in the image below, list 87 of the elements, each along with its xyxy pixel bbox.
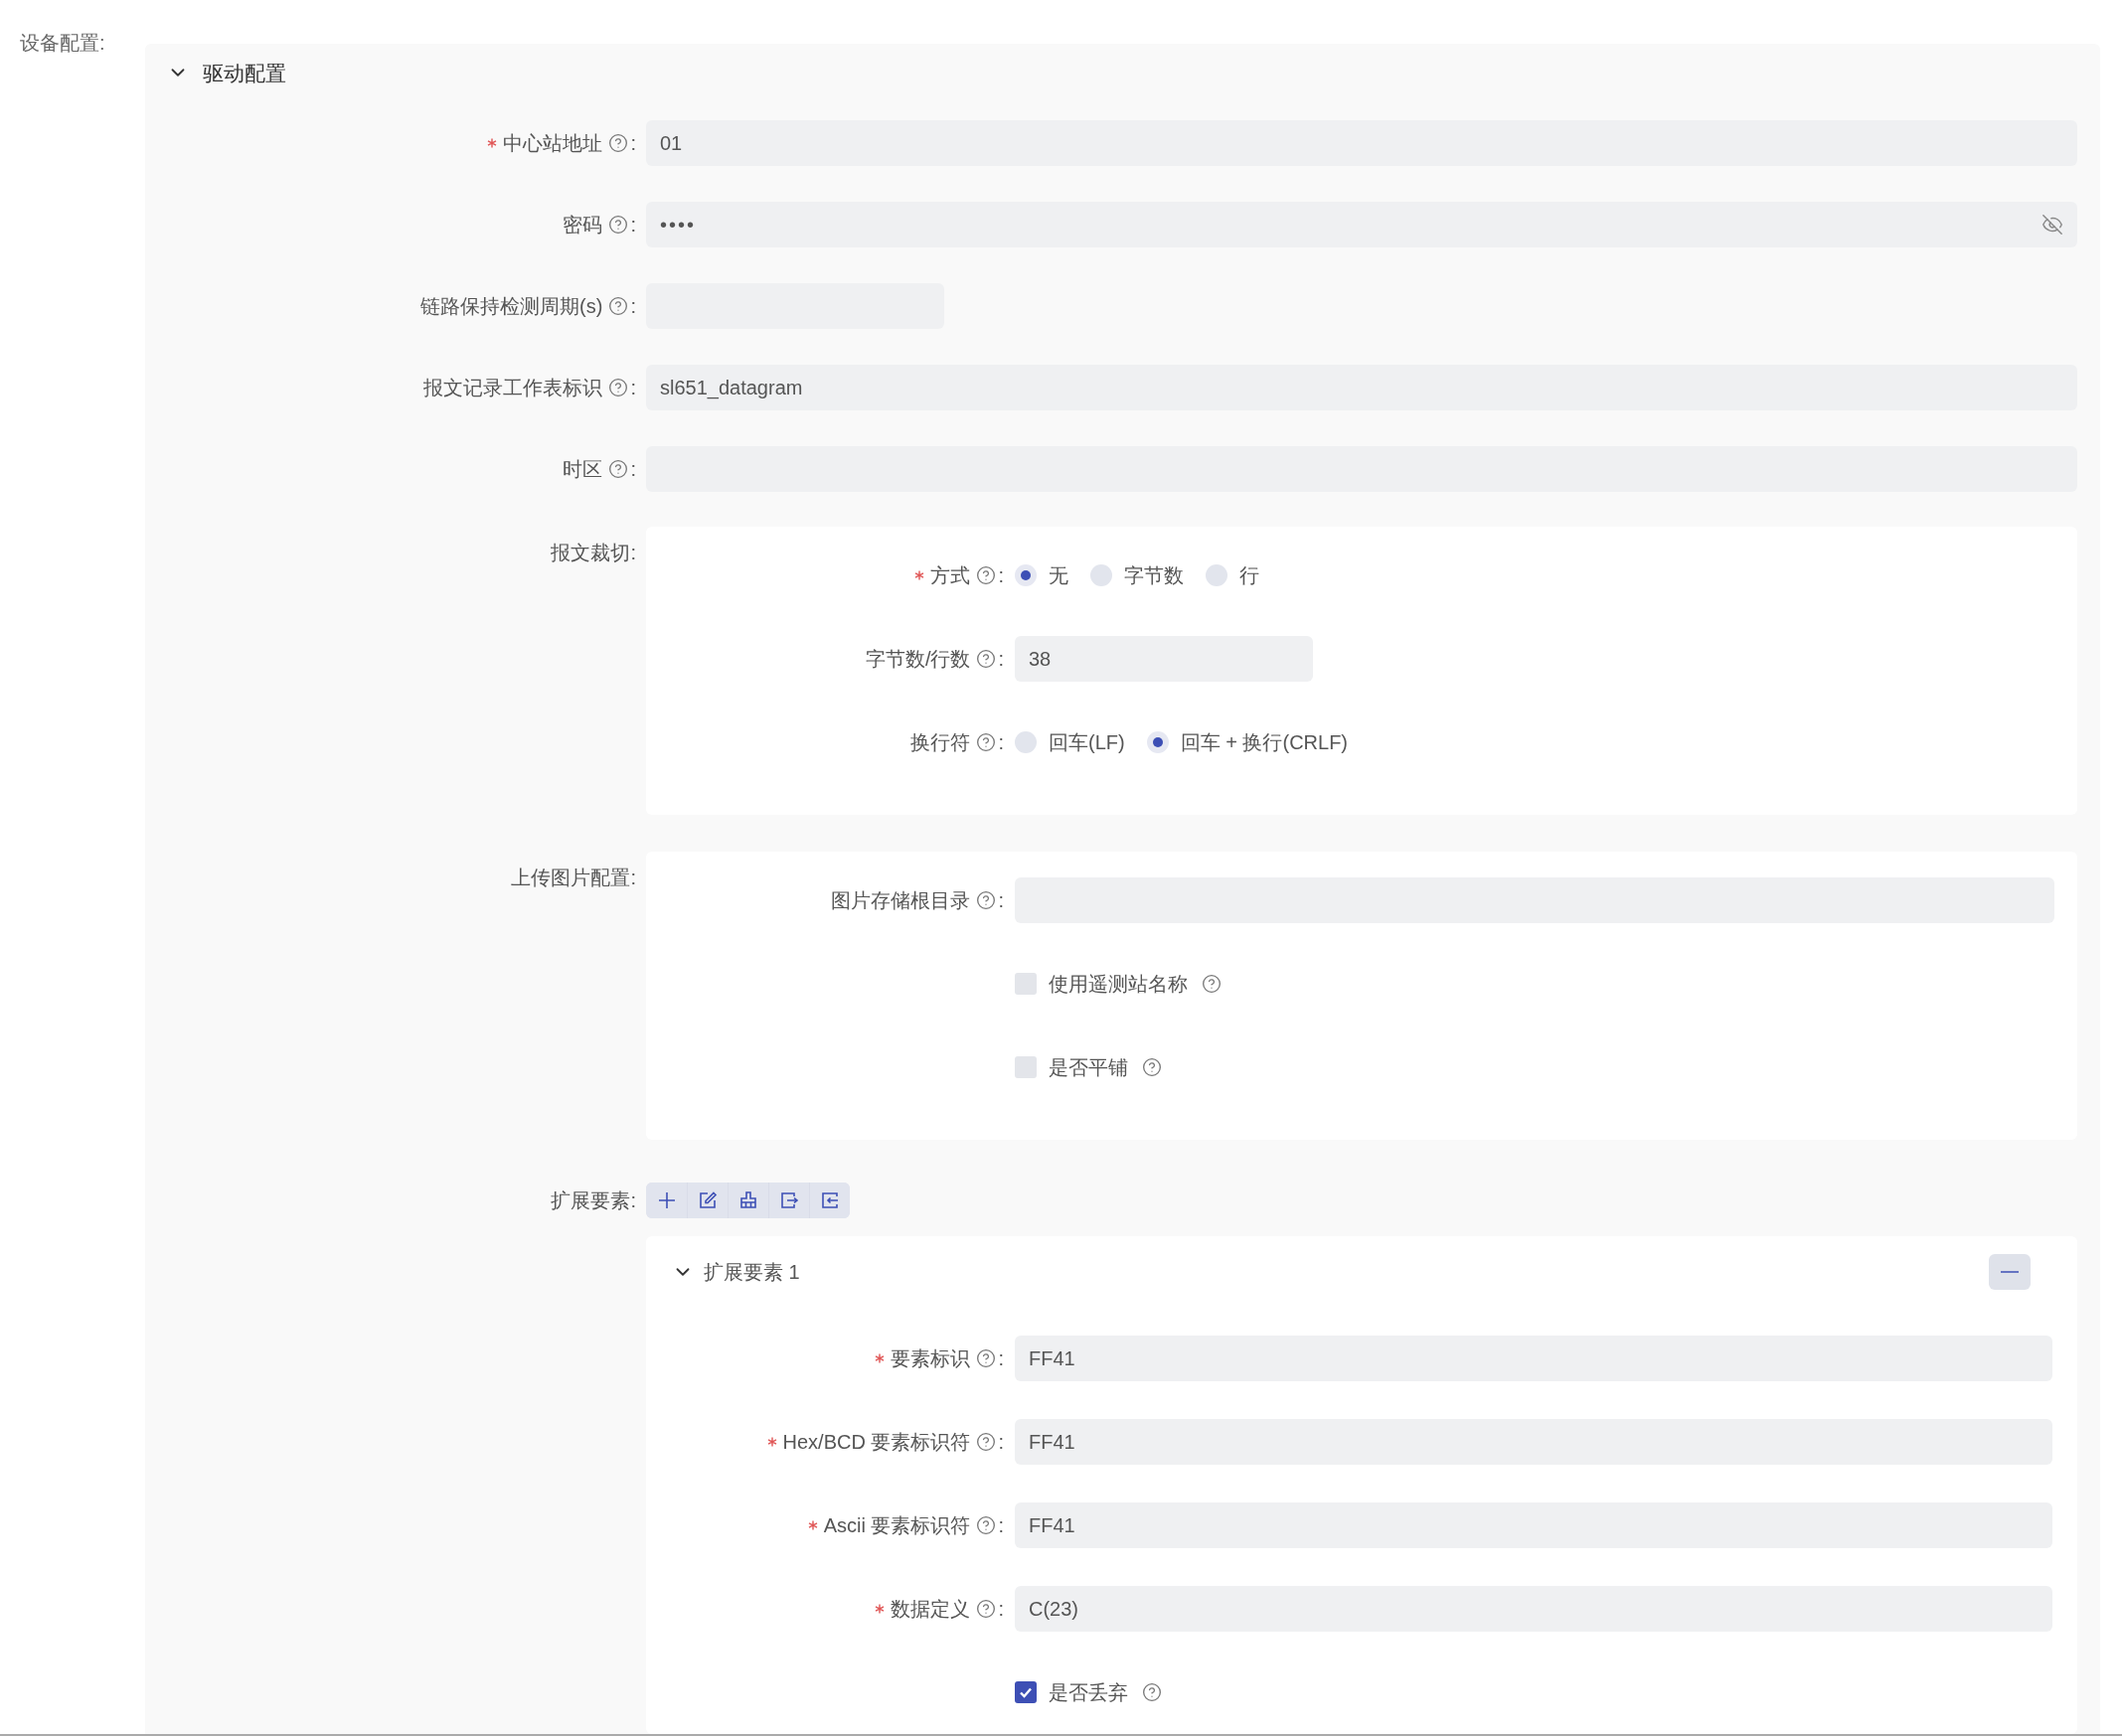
item-title: 扩展要素 1	[704, 1260, 800, 1285]
input-field[interactable]: 38	[1015, 636, 1313, 682]
minus-icon	[2001, 1271, 2019, 1273]
label-colon: :	[630, 293, 636, 319]
label-colon: :	[630, 212, 636, 237]
field-label: 中心站地址	[503, 130, 603, 156]
help-icon[interactable]	[608, 458, 629, 479]
field-label: 换行符	[910, 730, 971, 755]
help-icon[interactable]	[976, 1599, 997, 1619]
group-label: 上传图片配置:	[511, 866, 636, 890]
required-icon	[875, 1604, 886, 1614]
label-colon: :	[630, 456, 636, 482]
group-label: 扩展要素:	[551, 1188, 636, 1213]
field-label: 时区	[563, 456, 603, 482]
label-colon: :	[998, 1597, 1004, 1622]
field-label: 要素标识	[891, 1346, 971, 1371]
checkbox-label: 是否丢弃	[1049, 1680, 1128, 1705]
help-icon[interactable]	[976, 1348, 997, 1368]
toolbar-button[interactable]	[809, 1183, 850, 1218]
help-icon[interactable]	[976, 890, 997, 910]
required-icon	[875, 1353, 886, 1363]
label-colon: :	[998, 647, 1004, 672]
label-colon: :	[630, 375, 636, 400]
radio-label: 回车(LF)	[1049, 730, 1125, 755]
required-icon	[766, 1437, 777, 1447]
radio-button[interactable]	[1090, 564, 1112, 586]
radio-label: 字节数	[1124, 563, 1184, 588]
field-label: 图片存储根目录	[831, 888, 971, 913]
group-label: 报文裁切:	[551, 541, 636, 565]
export-icon	[779, 1190, 799, 1210]
help-icon[interactable]	[976, 1515, 997, 1535]
input-field[interactable]: FF41	[1015, 1419, 2052, 1465]
input-field[interactable]: C(23)	[1015, 1586, 2052, 1632]
help-icon[interactable]	[608, 377, 629, 397]
checkbox-label: 是否平铺	[1049, 1055, 1128, 1080]
field-label: 数据定义	[891, 1597, 971, 1622]
help-icon[interactable]	[976, 732, 997, 752]
help-icon[interactable]	[608, 132, 629, 153]
help-icon[interactable]	[608, 214, 629, 235]
checkbox[interactable]	[1015, 973, 1037, 995]
field-label: 字节数/行数	[865, 647, 971, 672]
radio-button[interactable]	[1206, 564, 1227, 586]
label-colon: :	[998, 1346, 1004, 1371]
label-colon: :	[630, 130, 636, 156]
brush-icon	[738, 1190, 758, 1210]
eye-off-icon[interactable]	[2041, 213, 2063, 236]
radio-button[interactable]	[1015, 731, 1037, 753]
input-field[interactable]: sl651_datagram	[646, 364, 2077, 410]
radio-label: 回车 + 换行(CRLF)	[1180, 730, 1348, 755]
form-label: 设备配置:	[20, 32, 105, 54]
radio-button[interactable]	[1015, 564, 1037, 586]
required-icon	[914, 570, 925, 580]
help-icon[interactable]	[976, 1432, 997, 1452]
label-colon: :	[998, 888, 1004, 913]
remove-button[interactable]	[1989, 1254, 2031, 1290]
input-field[interactable]: 01	[646, 119, 2077, 166]
radio-label: 行	[1239, 563, 1259, 588]
field-label: 报文记录工作表标识	[423, 375, 603, 400]
edit-icon	[698, 1190, 718, 1210]
input-field[interactable]: FF41	[1015, 1502, 2052, 1548]
field-label: 密码	[563, 212, 603, 237]
label-colon: :	[998, 1513, 1004, 1538]
help-icon[interactable]	[976, 565, 997, 585]
help-icon[interactable]	[1142, 1057, 1162, 1077]
field-label: Hex/BCD 要素标识符	[782, 1430, 971, 1455]
checkbox[interactable]	[1015, 1056, 1037, 1078]
label-colon: :	[998, 730, 1004, 755]
password-field[interactable]: ••••	[646, 201, 2077, 247]
field-label: 方式	[930, 563, 971, 588]
help-icon[interactable]	[976, 649, 997, 669]
help-icon[interactable]	[608, 295, 629, 316]
plus-icon	[656, 1190, 677, 1210]
required-icon	[807, 1520, 818, 1530]
label-colon: :	[998, 1430, 1004, 1455]
help-icon[interactable]	[1142, 1682, 1162, 1702]
label-colon: :	[998, 563, 1004, 588]
radio-button[interactable]	[1146, 731, 1169, 753]
import-icon	[820, 1190, 840, 1210]
field-label: Ascii 要素标识符	[823, 1513, 971, 1538]
panel-title: 驱动配置	[203, 60, 286, 86]
input-field[interactable]: FF41	[1015, 1336, 2052, 1381]
required-icon	[487, 137, 498, 148]
checkbox[interactable]	[1015, 1681, 1037, 1703]
radio-label: 无	[1049, 563, 1068, 588]
field-label: 链路保持检测周期(s)	[420, 293, 603, 319]
help-icon[interactable]	[1202, 974, 1222, 994]
checkbox-label: 使用遥测站名称	[1049, 972, 1188, 997]
